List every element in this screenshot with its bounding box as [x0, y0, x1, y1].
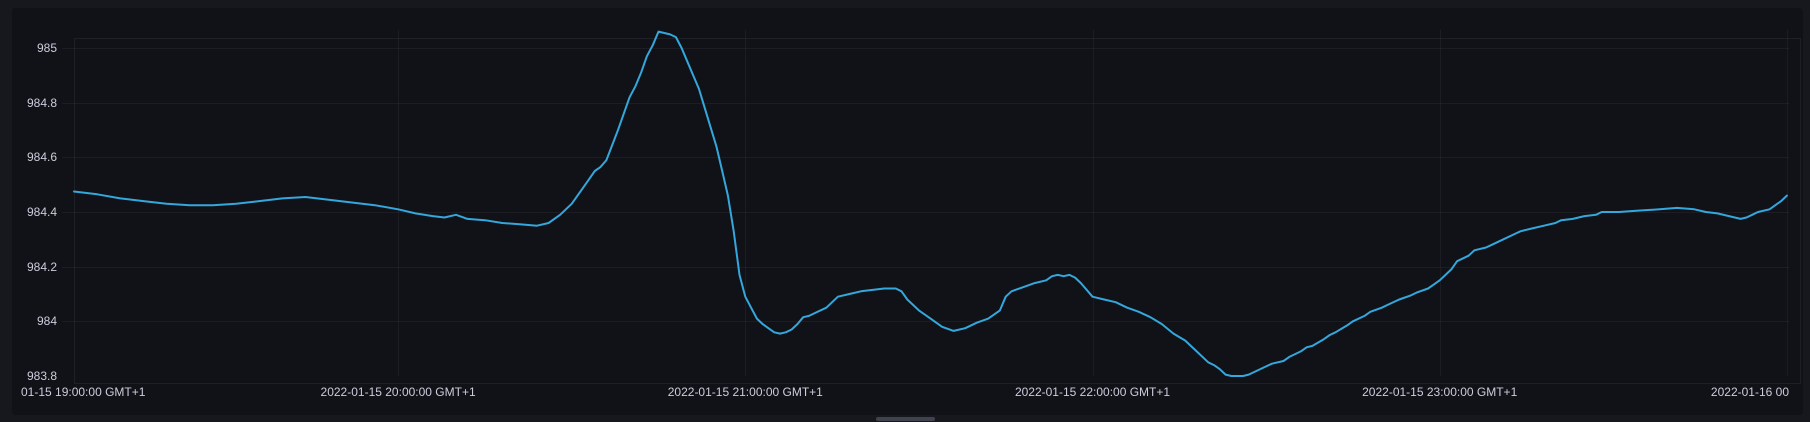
dashboard-canvas: 985984.8984.6984.4984.2984983.8 01-15 19…	[0, 0, 1810, 422]
series-layer	[0, 0, 1810, 422]
horizontal-scrollbar-thumb[interactable]	[876, 417, 935, 421]
pressure-line-series	[74, 32, 1787, 376]
